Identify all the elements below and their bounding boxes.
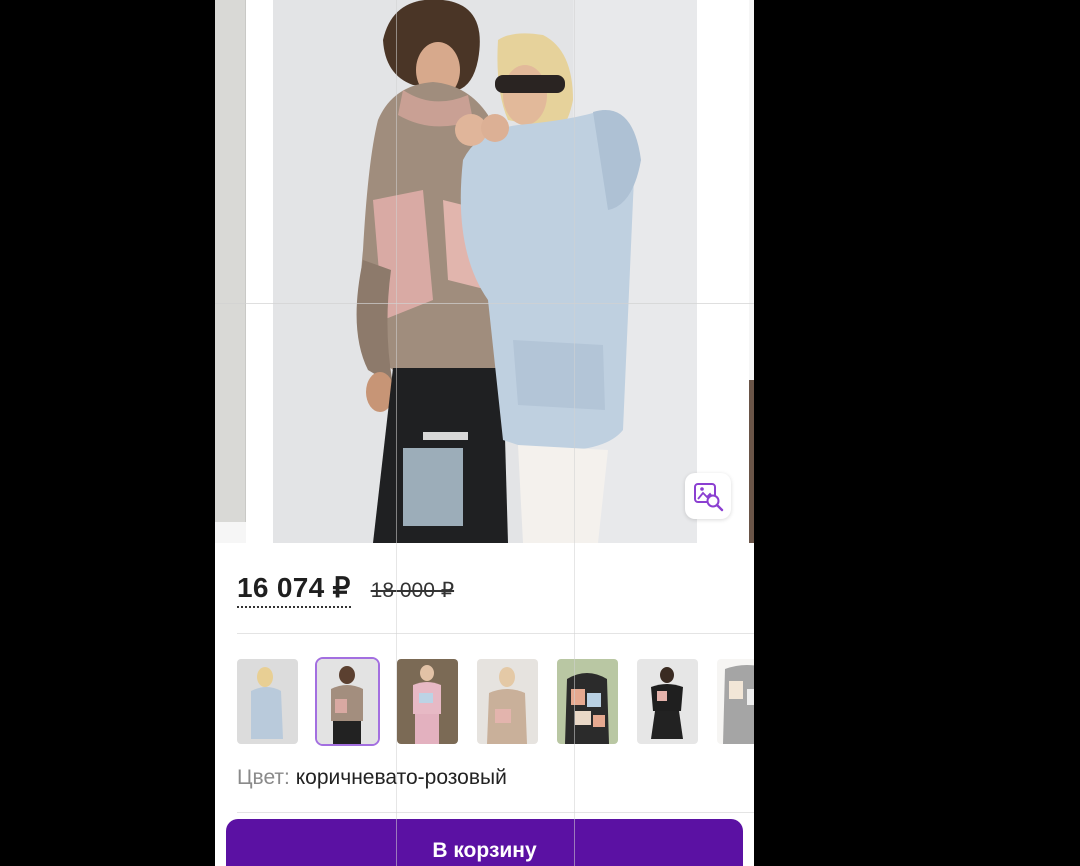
guide-line: [574, 0, 575, 866]
guide-line: [215, 303, 754, 304]
old-price: 18 000 ₽: [370, 579, 455, 602]
gallery-gap: [246, 0, 273, 543]
thumb-beige-hoodie: [477, 659, 538, 744]
guide-line: [396, 0, 397, 866]
color-label: Цвет:: [237, 766, 290, 789]
gallery-gap: [697, 0, 749, 543]
thumbnail[interactable]: [555, 657, 620, 746]
next-photo-edge[interactable]: [749, 380, 754, 543]
image-search-icon: [694, 483, 724, 512]
product-gallery[interactable]: [215, 0, 754, 543]
color-info: Цвет: коричневато-розовый: [237, 766, 507, 790]
thumb-patchwork-partial: [717, 659, 754, 744]
thumbnail[interactable]: [395, 657, 460, 746]
thumb-black-tracksuit: [637, 659, 698, 744]
color-value: коричневато-розовый: [295, 766, 507, 789]
thumbnail-selected[interactable]: [315, 657, 380, 746]
thumbnail[interactable]: [475, 657, 540, 746]
main-product-photo[interactable]: [273, 0, 697, 543]
add-to-cart-button[interactable]: В корзину: [226, 819, 743, 866]
divider: [237, 633, 754, 634]
color-variant-thumbnails: [235, 657, 754, 746]
current-price[interactable]: 16 074 ₽: [237, 571, 351, 608]
divider: [237, 812, 754, 813]
thumb-pink-tracksuit: [397, 659, 458, 744]
thumb-brown-pink-hoodie: [317, 659, 378, 744]
thumbnail[interactable]: [715, 657, 754, 746]
thumbnail[interactable]: [235, 657, 300, 746]
thumb-light-blue-hoodie: [237, 659, 298, 744]
thumbnail[interactable]: [635, 657, 700, 746]
thumb-patchwork-hoodie: [557, 659, 618, 744]
image-search-button[interactable]: [685, 473, 731, 519]
previous-photo-edge[interactable]: [215, 0, 246, 522]
product-screen: 16 074 ₽ 18 000 ₽ Цвет: коричневато-розо…: [215, 0, 754, 866]
product-photo-couple: [273, 0, 697, 543]
price-row: 16 074 ₽ 18 000 ₽: [237, 571, 454, 611]
